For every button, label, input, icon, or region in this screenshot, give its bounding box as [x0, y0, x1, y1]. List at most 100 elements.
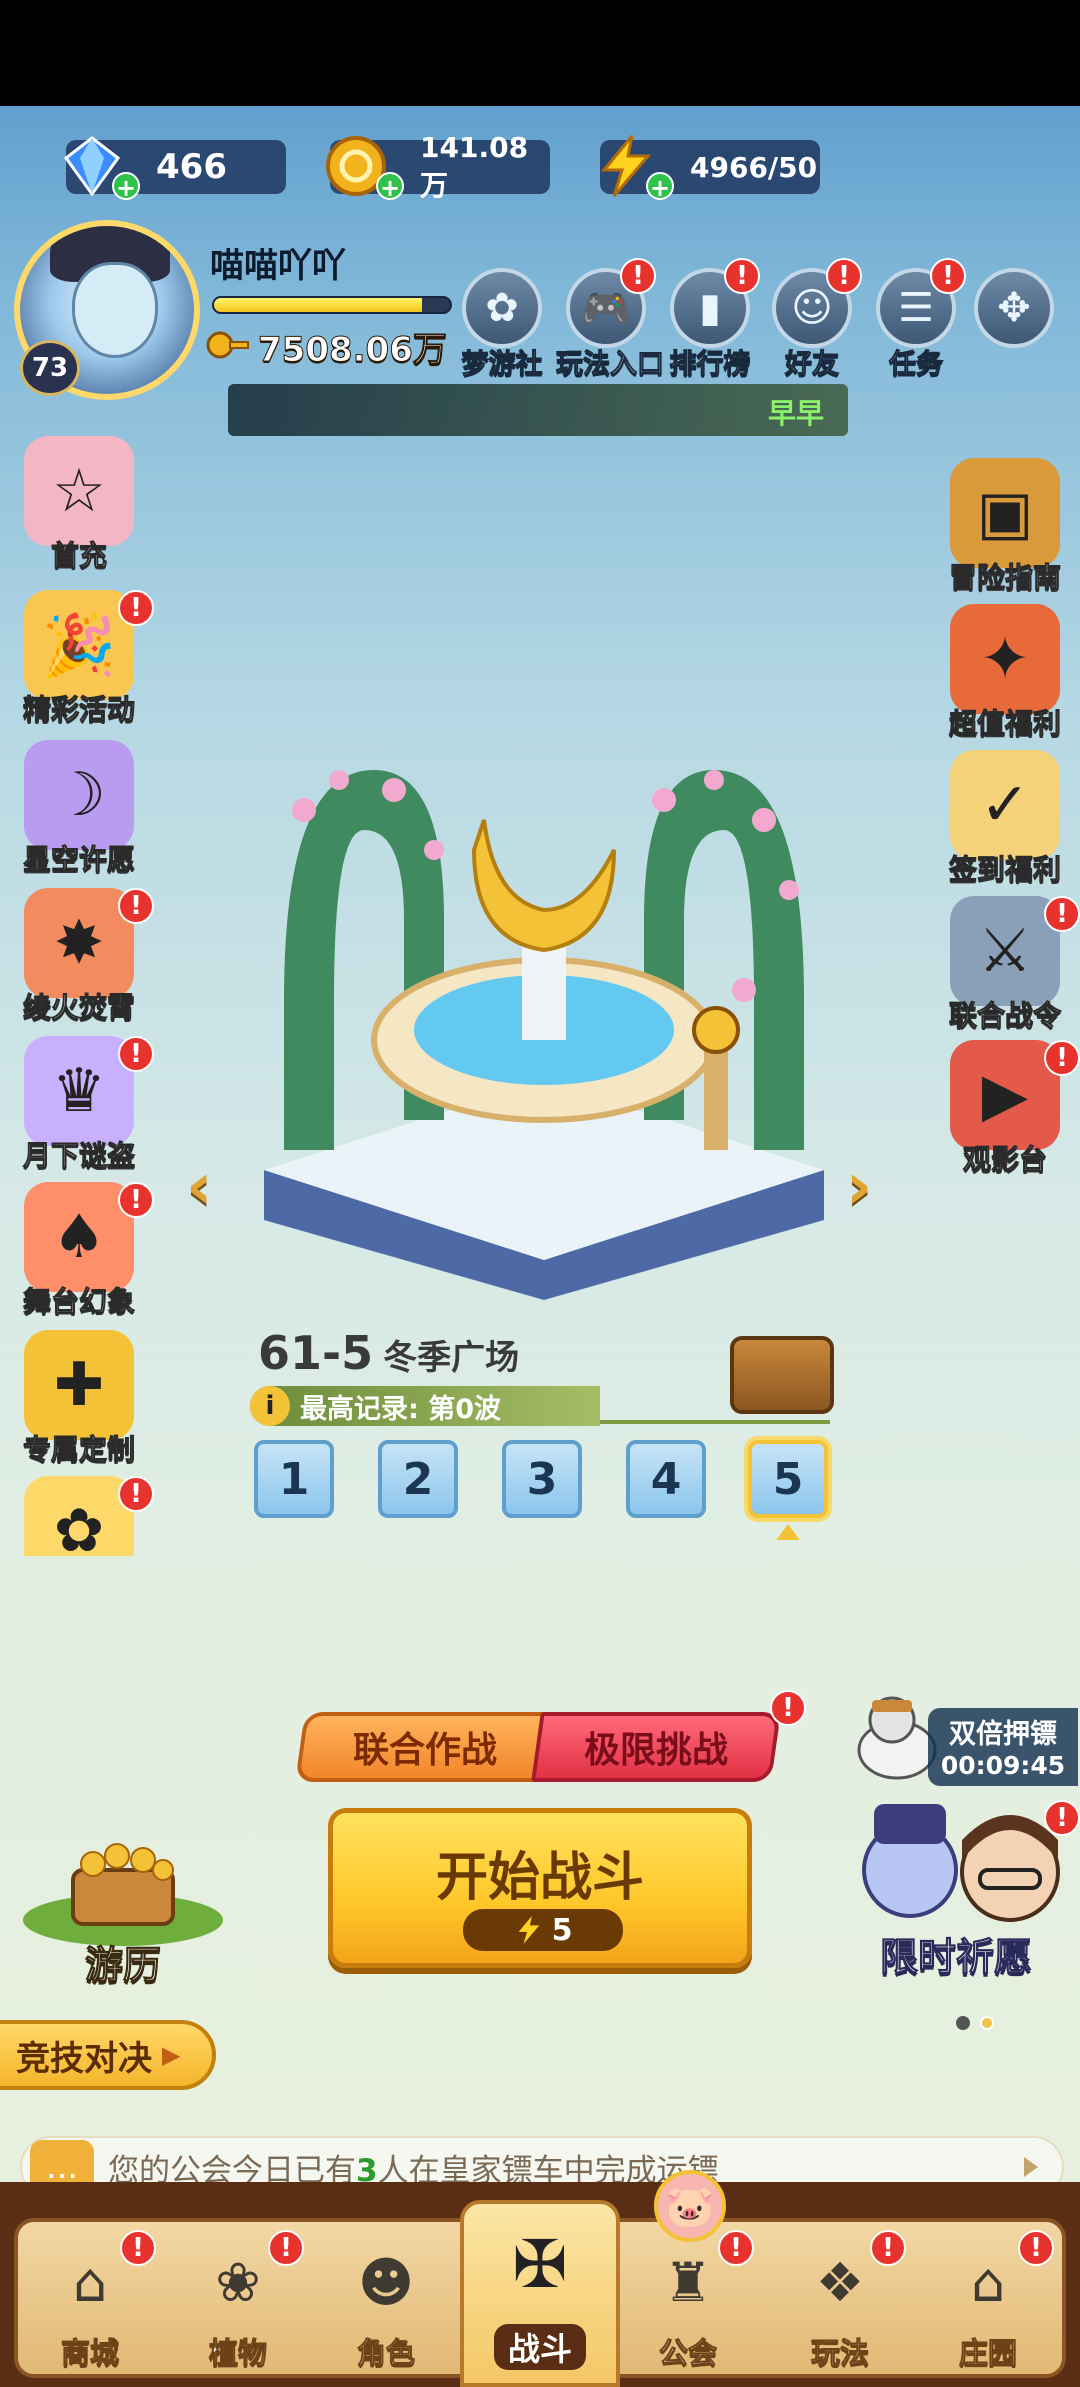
coin-row: 7508.06万	[206, 322, 447, 371]
gold-value: 141.08万	[420, 130, 529, 202]
prev-stage-arrow-icon[interactable]: ‹	[186, 1150, 236, 1224]
nav-tab-label: 角色	[356, 2336, 415, 2371]
nav-tab-label: 植物	[208, 2336, 267, 2371]
next-stage-arrow-icon[interactable]: ›	[846, 1150, 896, 1224]
checkin-calendar-icon: ✓	[950, 750, 1060, 860]
right-side-label: 签到福利	[948, 853, 1061, 887]
arena-button[interactable]: 竞技对决 ▶	[0, 2020, 216, 2090]
record-underline	[600, 1420, 830, 1424]
wave-button-5[interactable]: 5	[748, 1440, 828, 1518]
top-menu-item-4[interactable]: ☰ 任务!	[866, 258, 966, 381]
gold-counter[interactable]: + 141.08万	[326, 131, 550, 202]
key-coin-icon	[206, 325, 250, 369]
left-side-item-7[interactable]: ✿!	[4, 1476, 154, 1556]
diamond-counter[interactable]: + 466	[63, 136, 286, 202]
double-escort-event[interactable]: 双倍押镖 00:09:45	[852, 1690, 1078, 1786]
tab-limit-label: 极限挑战	[583, 1730, 728, 1771]
right-side-item-2[interactable]: ✓ 签到福利	[930, 750, 1080, 888]
nav-tab-2[interactable]: ☻ 角色	[318, 2234, 454, 2384]
top-menu-label: 排行榜	[669, 349, 751, 381]
stage-record: i 最高记录: 第0波	[250, 1386, 600, 1426]
left-side-label: 月下谜盗	[22, 1139, 135, 1173]
nav-tab-5[interactable]: ❖ 玩法!	[772, 2230, 908, 2384]
add-energy-icon[interactable]: +	[646, 172, 674, 202]
value-welfare-icon: ✦	[950, 604, 1060, 714]
coin-value: 7508.06万	[258, 330, 448, 371]
nav-tab-label: 公会	[658, 2336, 717, 2371]
right-side-item-0[interactable]: ▣ 冒险指南	[930, 458, 1080, 596]
wave-button-3[interactable]: 3	[502, 1440, 582, 1518]
left-side-item-4[interactable]: ♛ 月下谜盗!	[4, 1036, 154, 1174]
start-battle-button[interactable]: 开始战斗 5	[328, 1808, 752, 1968]
notification-badge: !	[1044, 896, 1080, 932]
nav-tab-label: 玩法	[810, 2336, 869, 2371]
more-icon: ✥	[974, 268, 1054, 348]
nav-tab-label: 庄园	[958, 2336, 1017, 2371]
guild-pig-icon[interactable]: 🐷	[654, 2170, 726, 2242]
notification-badge: !	[870, 2230, 906, 2266]
top-menu-label: 任务	[889, 349, 944, 381]
notification-badge: !	[118, 1476, 154, 1512]
notification-badge: !	[930, 258, 966, 294]
status-bar	[0, 0, 1080, 106]
avatar-face	[72, 262, 158, 358]
treasure-pile-icon	[23, 1843, 223, 1946]
tab-coop-battle[interactable]: 联合作战	[295, 1712, 555, 1782]
right-side-item-4[interactable]: ▶ 观影台!	[930, 1040, 1080, 1178]
escort-timer: 00:09:45	[940, 1751, 1066, 1780]
nav-tab-label: 商城	[60, 2336, 119, 2371]
top-menu-label: 玩法入口	[556, 349, 665, 381]
top-menu-item-5[interactable]: ✥	[964, 268, 1064, 348]
xp-bar	[212, 296, 452, 314]
notification-badge: !	[118, 888, 154, 924]
right-side-item-3[interactable]: ⚔ 联合战令!	[930, 896, 1080, 1034]
nameplate-text: 早早	[767, 397, 824, 430]
nav-tab-3[interactable]: ✠ 战斗	[460, 2200, 620, 2387]
nav-tab-0[interactable]: ⌂ 商城!	[22, 2230, 158, 2384]
stage-number: 61-5	[258, 1326, 374, 1380]
wave-button-2[interactable]: 2	[378, 1440, 458, 1518]
stage-illustration[interactable]	[244, 740, 844, 1300]
left-side-label: 专属定制	[22, 1433, 135, 1467]
diamond-value: 466	[156, 147, 227, 187]
play-arrow-icon: ▶	[162, 2041, 181, 2069]
journey-button[interactable]: 游历	[8, 1830, 238, 1989]
notification-badge: !	[118, 590, 154, 626]
stage-title: 61-5 冬季广场	[258, 1326, 519, 1380]
right-side-item-1[interactable]: ✦ 超值福利	[930, 604, 1080, 742]
top-menu-label: 梦游社	[461, 349, 543, 381]
wave-button-4[interactable]: 4	[626, 1440, 706, 1518]
left-side-item-0[interactable]: ☆ 首充	[4, 436, 154, 574]
top-menu-item-3[interactable]: ☺ 好友!	[762, 258, 862, 381]
limited-wish-button[interactable]: ! 限时祈愿	[840, 1800, 1080, 1980]
left-side-label: 舞台幻象	[22, 1285, 135, 1319]
add-diamond-icon[interactable]: +	[112, 172, 140, 202]
wave-button-1[interactable]: 1	[254, 1440, 334, 1518]
left-side-item-5[interactable]: ♠ 舞台幻象!	[4, 1182, 154, 1320]
star-wish-icon: ☽	[24, 740, 134, 850]
escort-title: 双倍押镖	[949, 1719, 1057, 1750]
nav-tab-6[interactable]: ⌂ 庄园!	[920, 2230, 1056, 2384]
right-side-label: 超值福利	[948, 707, 1061, 741]
top-menu-item-2[interactable]: ▮ 排行榜!	[660, 258, 760, 381]
left-side-item-3[interactable]: ✸ 绫火焚霄!	[4, 888, 154, 1026]
add-gold-icon[interactable]: +	[376, 172, 404, 202]
wish-characters-icon	[862, 1804, 1060, 1922]
ticker-play-icon[interactable]	[1024, 2157, 1038, 2177]
notification-badge: !	[120, 2230, 156, 2266]
notification-badge: !	[118, 1182, 154, 1218]
energy-counter[interactable]: + 4966/50	[600, 135, 820, 202]
player-level-badge: 73	[20, 340, 80, 396]
nav-tab-1[interactable]: ❀ 植物!	[170, 2230, 306, 2384]
dream-club-icon: ✿	[462, 268, 542, 348]
left-side-item-2[interactable]: ☽ 星空许愿	[4, 740, 154, 878]
nav-tab-4[interactable]: ♜ 公会!	[620, 2230, 756, 2384]
top-menu-item-0[interactable]: ✿ 梦游社	[452, 268, 552, 381]
left-side-item-1[interactable]: 🎉 精彩活动!	[4, 590, 154, 728]
left-side-item-6[interactable]: ✚ 专属定制	[4, 1330, 154, 1468]
lightning-icon	[518, 1915, 539, 1945]
notification-badge: !	[268, 2230, 304, 2266]
top-menu-item-1[interactable]: 🎮 玩法入口!	[556, 258, 665, 381]
tab-limit-challenge[interactable]: 极限挑战	[531, 1712, 781, 1782]
treasure-chest-icon[interactable]	[730, 1336, 834, 1414]
